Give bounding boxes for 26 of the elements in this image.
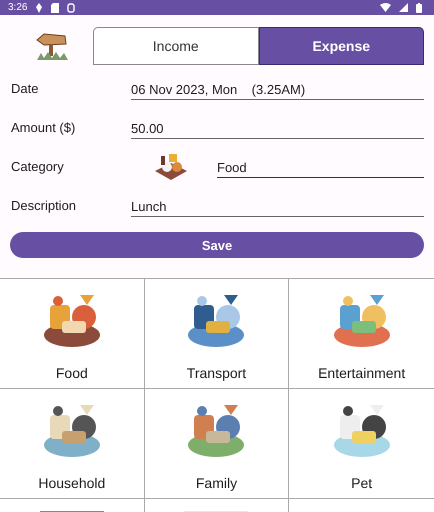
signal-icon: [399, 3, 408, 12]
category-tile[interactable]: Transport: [144, 279, 290, 389]
field-label: Description: [11, 198, 78, 213]
app-icon: [67, 2, 76, 12]
notification-icon: [35, 2, 44, 12]
field-label: Date: [11, 81, 40, 96]
tab[interactable]: Expense: [258, 26, 424, 64]
category-tile[interactable]: Family: [144, 389, 290, 499]
input-field[interactable]: 50.00: [131, 116, 424, 138]
category-tile[interactable]: Entertainment: [289, 279, 434, 389]
wifi-icon: [380, 3, 391, 12]
signpost-icon: [35, 30, 69, 60]
food-tray-icon: [153, 152, 189, 180]
category-tile[interactable]: Household: [0, 389, 145, 499]
sd-card-icon: [51, 2, 60, 12]
status-time: 3:26: [8, 2, 28, 13]
save-button[interactable]: Save: [10, 232, 424, 258]
input-field[interactable]: 06 Nov 2023, Mon (3.25AM): [131, 78, 424, 100]
tab[interactable]: Income: [93, 26, 258, 64]
category-field[interactable]: Food: [217, 156, 424, 178]
category-tile[interactable]: Food: [0, 279, 145, 389]
field-label: Category: [11, 159, 65, 174]
category-tile[interactable]: Pet: [289, 389, 434, 499]
battery-icon: [416, 2, 422, 12]
input-field[interactable]: Lunch: [131, 194, 424, 216]
field-label: Amount ($): [11, 120, 76, 135]
